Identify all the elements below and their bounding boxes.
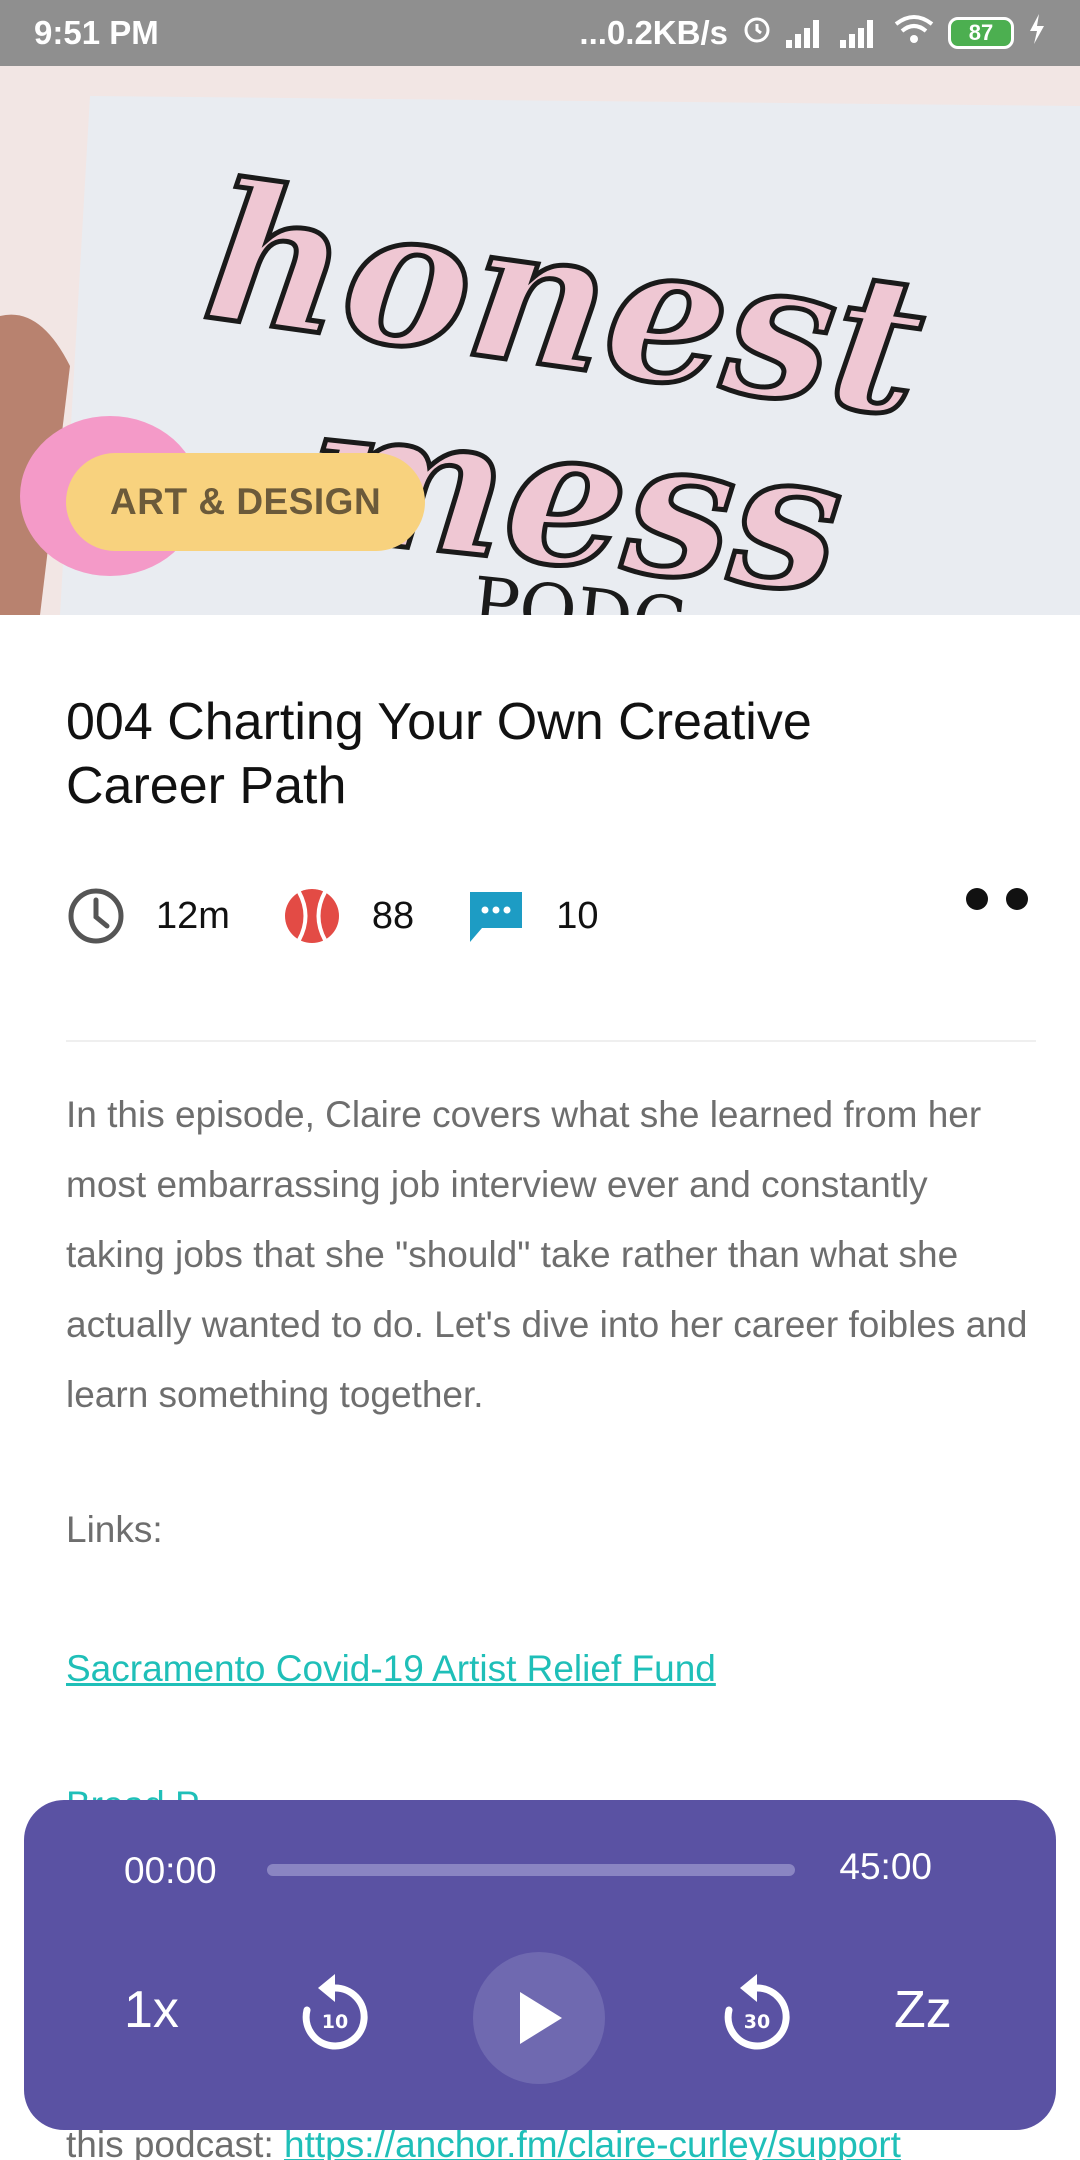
signal-icon [840, 18, 880, 48]
wifi-icon [894, 14, 934, 52]
comments-count: 10 [556, 894, 599, 937]
links-label: Links: [66, 1509, 163, 1550]
episode-description: In this episode, Claire covers what she … [66, 1094, 1028, 1415]
charging-icon [1028, 14, 1046, 52]
episode-title: 004 Charting Your Own Creative Career Pa… [66, 693, 812, 815]
signal-icon [786, 18, 826, 48]
status-icons: ...0.2KB/s 87 [579, 14, 1046, 52]
network-speed: ...0.2KB/s [579, 14, 728, 51]
sleep-timer-button[interactable]: Zz [894, 1980, 952, 2040]
speed-button[interactable]: 1x [124, 1980, 179, 2040]
rewind-seconds: 10 [322, 2011, 348, 2033]
progress-bar[interactable] [267, 1864, 795, 1876]
status-bar: 9:51 PM ...0.2KB/s 87 [0, 0, 1080, 66]
forward-30-button[interactable]: 30 [712, 1972, 802, 2062]
baseball-icon [282, 886, 342, 946]
battery-icon: 87 [948, 17, 1014, 49]
more-options-icon[interactable] [966, 884, 1036, 914]
current-time: 00:00 [124, 1850, 217, 1891]
rewind-icon: 10 [302, 1974, 368, 2050]
relief-fund-link[interactable]: Sacramento Covid-19 Artist Relief Fund [66, 1634, 716, 1704]
comment-icon [466, 886, 526, 946]
episode-meta: 12m 88 10 [66, 884, 1036, 948]
podcast-artwork: honest mess PODC ART & DESIGN [0, 66, 1080, 615]
clock-icon [66, 886, 126, 946]
play-icon [520, 1992, 562, 2044]
category-badge[interactable]: ART & DESIGN [66, 453, 426, 551]
divider [66, 1040, 1036, 1042]
forward-icon: 30 [724, 1974, 790, 2050]
duration-value: 12m [156, 894, 230, 937]
play-button[interactable] [473, 1952, 605, 2084]
rewind-10-button[interactable]: 10 [290, 1972, 380, 2062]
likes-count: 88 [371, 894, 415, 937]
forward-seconds: 30 [744, 2011, 770, 2033]
likes[interactable]: 88 [282, 886, 414, 946]
duration: 12m [66, 886, 230, 946]
comments[interactable]: 10 [466, 886, 598, 946]
total-time: 45:00 [839, 1846, 932, 1887]
alarm-icon [742, 14, 772, 52]
audio-player: 00:00 45:00 1x 10 30 Zz [24, 1800, 1056, 2130]
status-time: 9:51 PM [34, 14, 159, 51]
